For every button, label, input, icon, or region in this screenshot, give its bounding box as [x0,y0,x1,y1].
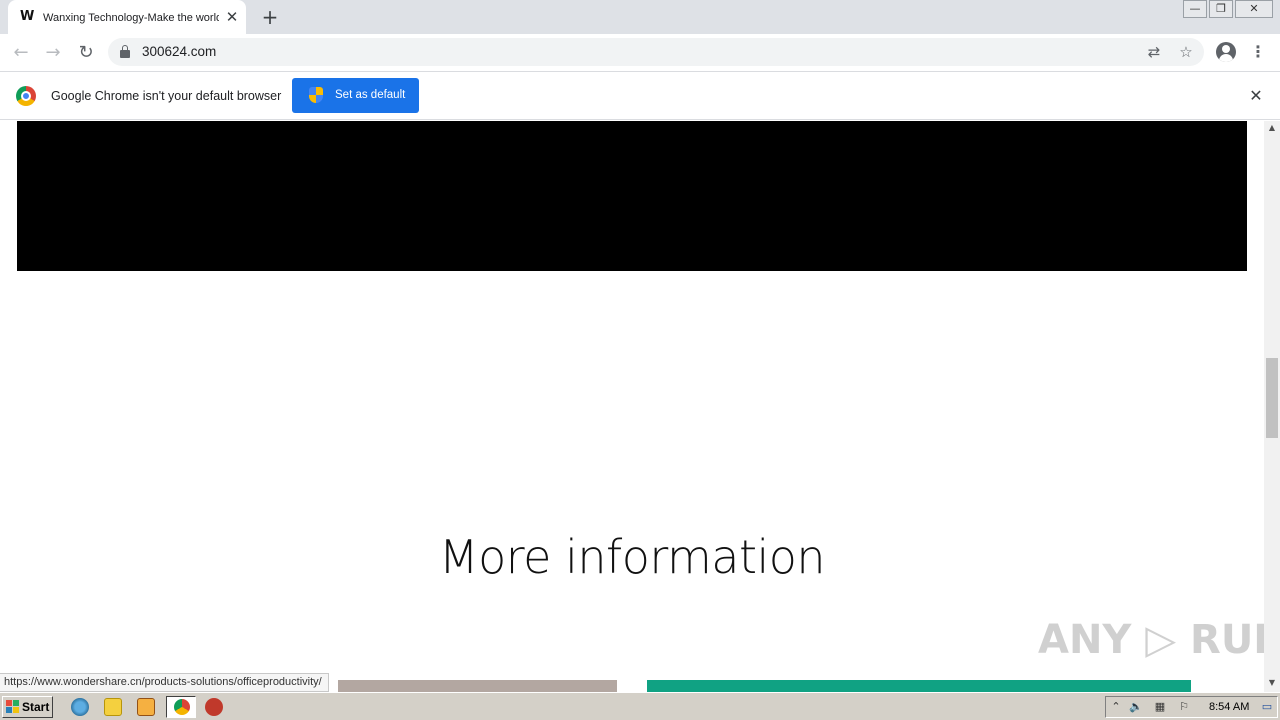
page-scrollbar[interactable]: ▲ ▼ [1264,121,1280,692]
bookmark-star-icon[interactable]: ☆ [1176,42,1196,62]
scroll-thumb[interactable] [1266,358,1278,438]
volume-icon[interactable]: 🔈 [1129,700,1143,714]
product-card-green[interactable] [647,680,1191,692]
restore-button[interactable]: ❐ [1209,0,1233,18]
scroll-up-arrow-icon[interactable]: ▲ [1264,121,1280,135]
infobar-message: Google Chrome isn't your default browser [51,89,282,103]
show-desktop-icon[interactable]: ▭ [1260,700,1274,714]
back-arrow-icon[interactable]: ← [8,41,34,65]
internet-explorer-icon[interactable] [71,698,89,716]
taskbar-clock[interactable]: 8:54 AM [1209,700,1249,714]
set-as-default-button[interactable]: Set as default [292,78,419,113]
windows-taskbar: Start ⌃ 🔈 ▦ ⚐ 8:54 AM ▭ [0,692,1280,720]
tab-active[interactable]: W Wanxing Technology-Make the world more… [8,0,246,34]
action-center-flag-icon[interactable]: ⚐ [1177,700,1191,714]
status-bar-url: https://www.wondershare.cn/products-solu… [0,673,329,692]
forward-arrow-icon[interactable]: → [40,41,66,65]
anyrun-watermark: ANY ▷ RUN [1038,617,1280,663]
profile-avatar-icon[interactable] [1216,42,1236,62]
new-tab-button[interactable]: + [258,6,282,28]
video-banner[interactable] [17,121,1247,271]
address-bar[interactable]: 300624.com ⇄ ☆ [108,38,1204,66]
file-explorer-icon[interactable] [104,698,122,716]
start-label: Start [22,700,50,714]
system-tray: ⌃ 🔈 ▦ ⚐ 8:54 AM ▭ [1105,696,1278,718]
default-browser-infobar: Google Chrome isn't your default browser… [0,72,1280,120]
media-player-icon[interactable] [137,698,155,716]
lock-icon[interactable] [120,45,130,58]
product-card-image[interactable] [338,680,617,692]
more-information-heading: More information [438,530,826,584]
tray-expand-icon[interactable]: ⌃ [1109,700,1123,714]
window-close-button[interactable]: ✕ [1235,0,1273,18]
wondershare-favicon-icon: W [20,9,34,24]
minimize-button[interactable]: — [1183,0,1207,18]
tab-title: Wanxing Technology-Make the world more c… [43,12,219,24]
set-as-default-label: Set as default [335,89,406,101]
uac-shield-icon [309,87,323,103]
infobar-close-icon[interactable]: ✕ [1246,86,1266,106]
windows-flag-icon [6,700,20,714]
chrome-taskbar-button[interactable] [166,696,196,718]
browser-toolbar: ← → ↻ 300624.com ⇄ ☆ ⋮ [0,34,1280,72]
scroll-down-arrow-icon[interactable]: ▼ [1264,676,1280,690]
chrome-logo-icon [16,86,36,106]
address-url[interactable]: 300624.com [142,43,216,61]
translate-icon[interactable]: ⇄ [1144,42,1164,62]
tab-strip: W Wanxing Technology-Make the world more… [0,0,1280,34]
tab-close-icon[interactable]: ✕ [224,9,240,25]
page-viewport: More information [0,121,1264,692]
chrome-icon [174,699,190,715]
start-button[interactable]: Start [2,696,53,718]
chrome-menu-icon[interactable]: ⋮ [1248,42,1268,62]
network-icon[interactable]: ▦ [1153,700,1167,714]
opera-icon[interactable] [205,698,223,716]
reload-icon[interactable]: ↻ [73,41,99,65]
